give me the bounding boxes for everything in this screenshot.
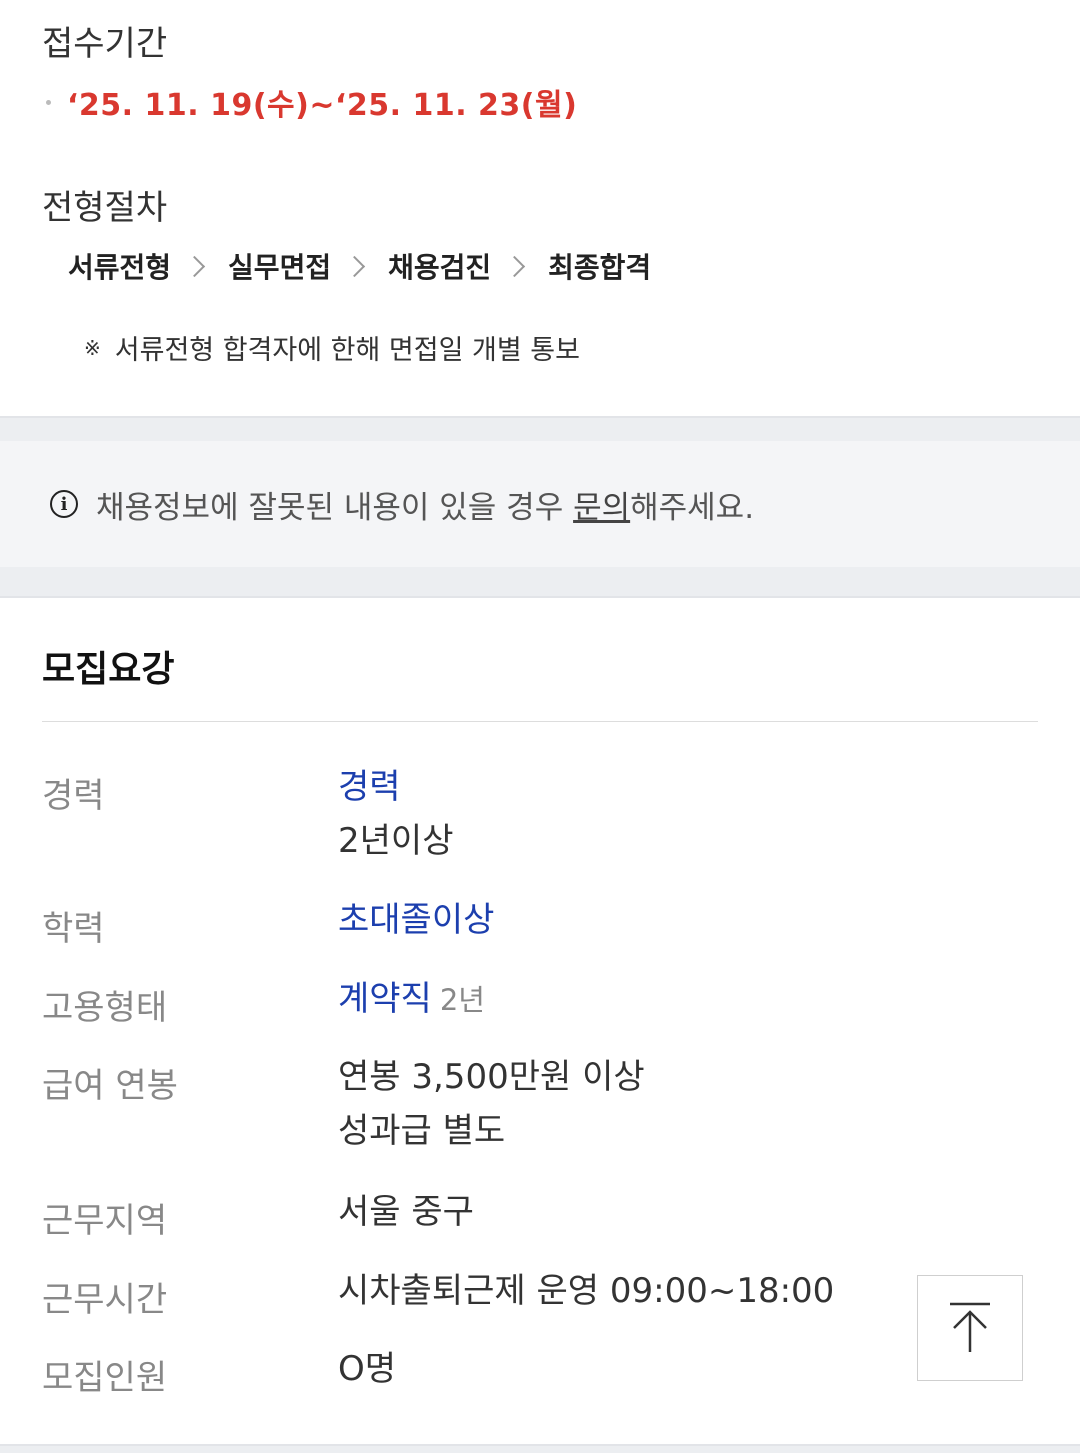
bullet-icon: [46, 99, 51, 105]
notice-text-after: 해주세요.: [630, 489, 755, 526]
chevron-right-icon: [504, 255, 526, 277]
education-value: 초대졸이상: [338, 893, 494, 947]
error-report-notice: i 채용정보에 잘못된 내용이 있을 경우 문의해주세요.: [0, 441, 1080, 567]
process-step: 최종합격: [548, 251, 652, 284]
chevron-right-icon: [343, 255, 366, 277]
chevron-right-icon: [183, 255, 206, 277]
section-separator: [0, 1444, 1080, 1453]
process-step: 서류전형: [68, 251, 172, 284]
application-period: ‘25. 11. 19(수)~‘25. 11. 23(월): [46, 80, 577, 124]
hours-value: 시차출퇴근제 운영 09:00~18:00: [338, 1271, 835, 1311]
education-label: 학력: [42, 909, 105, 949]
location-value: 서울 중구: [338, 1192, 474, 1232]
inquiry-link[interactable]: 문의: [573, 490, 630, 526]
info-icon: i: [50, 490, 78, 518]
employment-duration: 2년: [439, 983, 485, 1017]
process-step: 채용검진: [388, 251, 492, 284]
notice-text: 채용정보에 잘못된 내용이 있을 경우 문의해주세요.: [96, 482, 754, 527]
scroll-to-top-button[interactable]: [917, 1275, 1023, 1381]
process-note: ※ 서류전형 합격자에 한해 면접일 개별 통보: [84, 328, 580, 367]
salary-value: 연봉 3,500만원 이상 성과급 별도: [338, 1050, 645, 1158]
hours-label: 근무시간: [42, 1280, 168, 1320]
divider: [42, 721, 1038, 722]
notice-text-before: 채용정보에 잘못된 내용이 있을 경우: [96, 489, 574, 526]
process-label: 전형절차: [42, 188, 168, 228]
arrow-up-icon: [950, 1302, 990, 1352]
headcount-label: 모집인원: [42, 1358, 168, 1398]
reference-mark: ※: [84, 335, 101, 360]
application-period-label: 접수기간: [42, 24, 168, 64]
requirements-title: 모집요강: [42, 649, 175, 690]
career-detail: 2년이상: [338, 821, 454, 861]
location-label: 근무지역: [42, 1201, 168, 1241]
employment-value: 계약직 2년: [338, 972, 485, 1027]
career-label: 경력: [42, 776, 105, 816]
application-period-value: ‘25. 11. 19(수)~‘25. 11. 23(월): [67, 88, 578, 123]
education-level: 초대졸이상: [338, 900, 495, 940]
career-value: 경력 2년이상: [338, 760, 453, 868]
headcount-value: O명: [338, 1349, 397, 1389]
salary-line-2: 성과급 별도: [338, 1111, 506, 1151]
recruit-schedule-section: 접수기간 ‘25. 11. 19(수)~‘25. 11. 23(월) 전형절차 …: [0, 0, 1080, 416]
employment-label: 고용형태: [42, 988, 168, 1028]
process-note-text: 서류전형 합격자에 한해 면접일 개별 통보: [114, 335, 580, 366]
process-steps: 서류전형 실무면접 채용검진 최종합격: [68, 246, 651, 286]
salary-line-1: 연봉 3,500만원 이상: [338, 1057, 645, 1097]
salary-label: 급여 연봉: [42, 1066, 178, 1106]
employment-type: 계약직: [338, 979, 432, 1019]
process-step: 실무면접: [228, 251, 332, 284]
career-type: 경력: [338, 767, 401, 807]
